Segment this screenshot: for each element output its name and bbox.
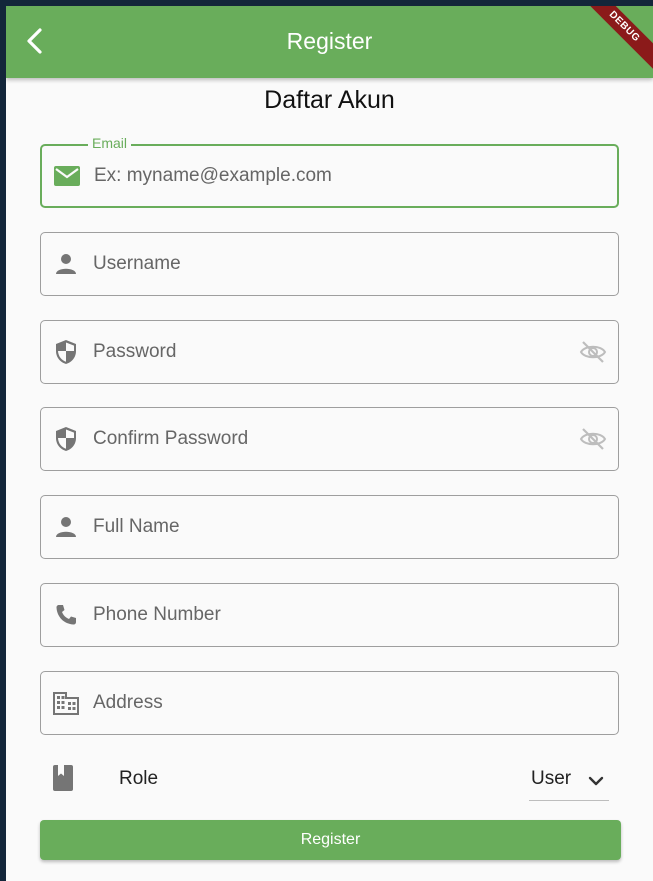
app-bar: Register DEBUG bbox=[6, 6, 653, 78]
role-label: Role bbox=[119, 768, 159, 789]
phone-icon bbox=[53, 602, 79, 628]
app-screen: Register DEBUG Daftar Akun Email Ex: myn… bbox=[6, 6, 653, 881]
register-button[interactable]: Register bbox=[40, 820, 621, 860]
address-placeholder: Address bbox=[93, 692, 163, 713]
phone-field[interactable]: Phone Number bbox=[40, 583, 619, 647]
full-name-field[interactable]: Full Name bbox=[40, 495, 619, 559]
confirm-password-placeholder: Confirm Password bbox=[93, 428, 249, 449]
email-field[interactable]: Email Ex: myname@example.com bbox=[40, 135, 619, 208]
password-field[interactable]: Password bbox=[40, 320, 619, 384]
role-selected-value: User bbox=[531, 768, 572, 789]
confirm-password-field[interactable]: Confirm Password bbox=[40, 407, 619, 471]
person-icon bbox=[53, 514, 79, 540]
device-frame: Register DEBUG Daftar Akun Email Ex: myn… bbox=[0, 0, 653, 881]
username-field[interactable]: Username bbox=[40, 232, 619, 296]
chevron-down-icon bbox=[588, 776, 604, 786]
phone-placeholder: Phone Number bbox=[93, 604, 221, 625]
page-title: Register bbox=[286, 28, 373, 54]
bookmark-book-icon bbox=[52, 764, 78, 792]
role-row: Role User bbox=[40, 758, 619, 804]
email-placeholder: Ex: myname@example.com bbox=[94, 165, 332, 186]
password-placeholder: Password bbox=[93, 341, 177, 362]
role-dropdown[interactable]: User bbox=[529, 762, 609, 801]
address-field[interactable]: Address bbox=[40, 671, 619, 735]
username-placeholder: Username bbox=[93, 253, 181, 274]
person-icon bbox=[53, 251, 79, 277]
mail-icon bbox=[54, 163, 80, 189]
building-icon bbox=[53, 690, 79, 716]
full-name-placeholder: Full Name bbox=[93, 516, 180, 537]
visibility-off-icon[interactable] bbox=[578, 337, 608, 367]
shield-icon bbox=[53, 426, 79, 452]
form-heading: Daftar Akun bbox=[264, 86, 395, 114]
shield-icon bbox=[53, 339, 79, 365]
visibility-off-icon[interactable] bbox=[578, 424, 608, 454]
email-label: Email bbox=[88, 135, 132, 151]
